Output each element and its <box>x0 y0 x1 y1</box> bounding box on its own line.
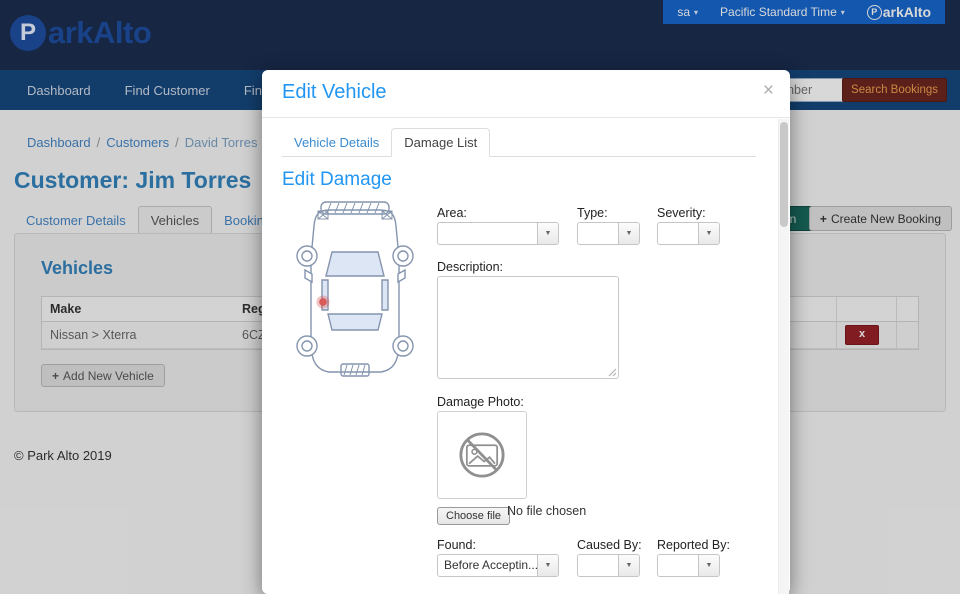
no-image-icon <box>456 429 508 481</box>
type-dropdown-value <box>578 223 618 244</box>
modal-title: Edit Vehicle <box>282 81 387 104</box>
type-label: Type: <box>577 206 608 220</box>
description-textarea[interactable] <box>437 276 619 379</box>
caused-by-label: Caused By: <box>577 538 642 552</box>
found-dropdown-value: Before Acceptin... <box>438 555 537 576</box>
wheel-front-right <box>393 246 413 266</box>
area-dropdown-value <box>438 223 537 244</box>
chevron-down-icon[interactable]: ▼ <box>618 223 639 244</box>
found-label: Found: <box>437 538 476 552</box>
tab-damage-list[interactable]: Damage List <box>391 128 490 157</box>
reported-by-dropdown[interactable]: ▼ <box>657 554 720 577</box>
edit-damage-heading: Edit Damage <box>282 169 392 191</box>
found-dropdown[interactable]: Before Acceptin... ▼ <box>437 554 559 577</box>
severity-dropdown[interactable]: ▼ <box>657 222 720 245</box>
description-label: Description: <box>437 260 503 274</box>
close-icon[interactable]: × <box>763 80 774 102</box>
edit-vehicle-modal: Edit Vehicle × Vehicle Details Damage Li… <box>262 70 790 594</box>
app-screen: P arkAlto sa ▾ Pacific Standard Time ▾ P… <box>0 0 960 594</box>
chevron-down-icon[interactable]: ▼ <box>537 555 558 576</box>
rear-window <box>328 314 382 330</box>
description-field <box>437 276 619 379</box>
windshield <box>326 252 384 276</box>
caused-by-dropdown-value <box>578 555 618 576</box>
severity-label: Severity: <box>657 206 706 220</box>
damage-photo-label: Damage Photo: <box>437 395 524 409</box>
caused-by-dropdown[interactable]: ▼ <box>577 554 640 577</box>
choose-file-button[interactable]: Choose file <box>437 507 510 525</box>
damage-marker[interactable] <box>317 296 330 309</box>
type-dropdown[interactable]: ▼ <box>577 222 640 245</box>
car-outline <box>297 202 413 376</box>
wheel-rear-right <box>393 336 413 356</box>
reported-by-label: Reported By: <box>657 538 730 552</box>
chevron-down-icon[interactable]: ▼ <box>537 223 558 244</box>
damage-photo-preview <box>437 411 527 499</box>
area-dropdown[interactable]: ▼ <box>437 222 559 245</box>
scrollbar-thumb[interactable] <box>780 122 788 227</box>
reported-by-dropdown-value <box>658 555 698 576</box>
tab-vehicle-details[interactable]: Vehicle Details <box>282 129 391 156</box>
wheel-rear-left <box>297 336 317 356</box>
damage-marker-dot <box>320 299 327 306</box>
wheel-front-left <box>297 246 317 266</box>
modal-tabs: Vehicle Details Damage List <box>282 130 756 157</box>
no-file-chosen-text: No file chosen <box>507 504 586 518</box>
severity-dropdown-value <box>658 223 698 244</box>
chevron-down-icon[interactable]: ▼ <box>618 555 639 576</box>
chevron-down-icon[interactable]: ▼ <box>698 555 719 576</box>
chevron-down-icon[interactable]: ▼ <box>698 223 719 244</box>
car-damage-diagram[interactable] <box>285 196 425 390</box>
area-label: Area: <box>437 206 467 220</box>
modal-header: Edit Vehicle × <box>262 70 790 118</box>
side-window-right <box>382 280 388 310</box>
modal-scrollbar[interactable] <box>778 119 789 594</box>
